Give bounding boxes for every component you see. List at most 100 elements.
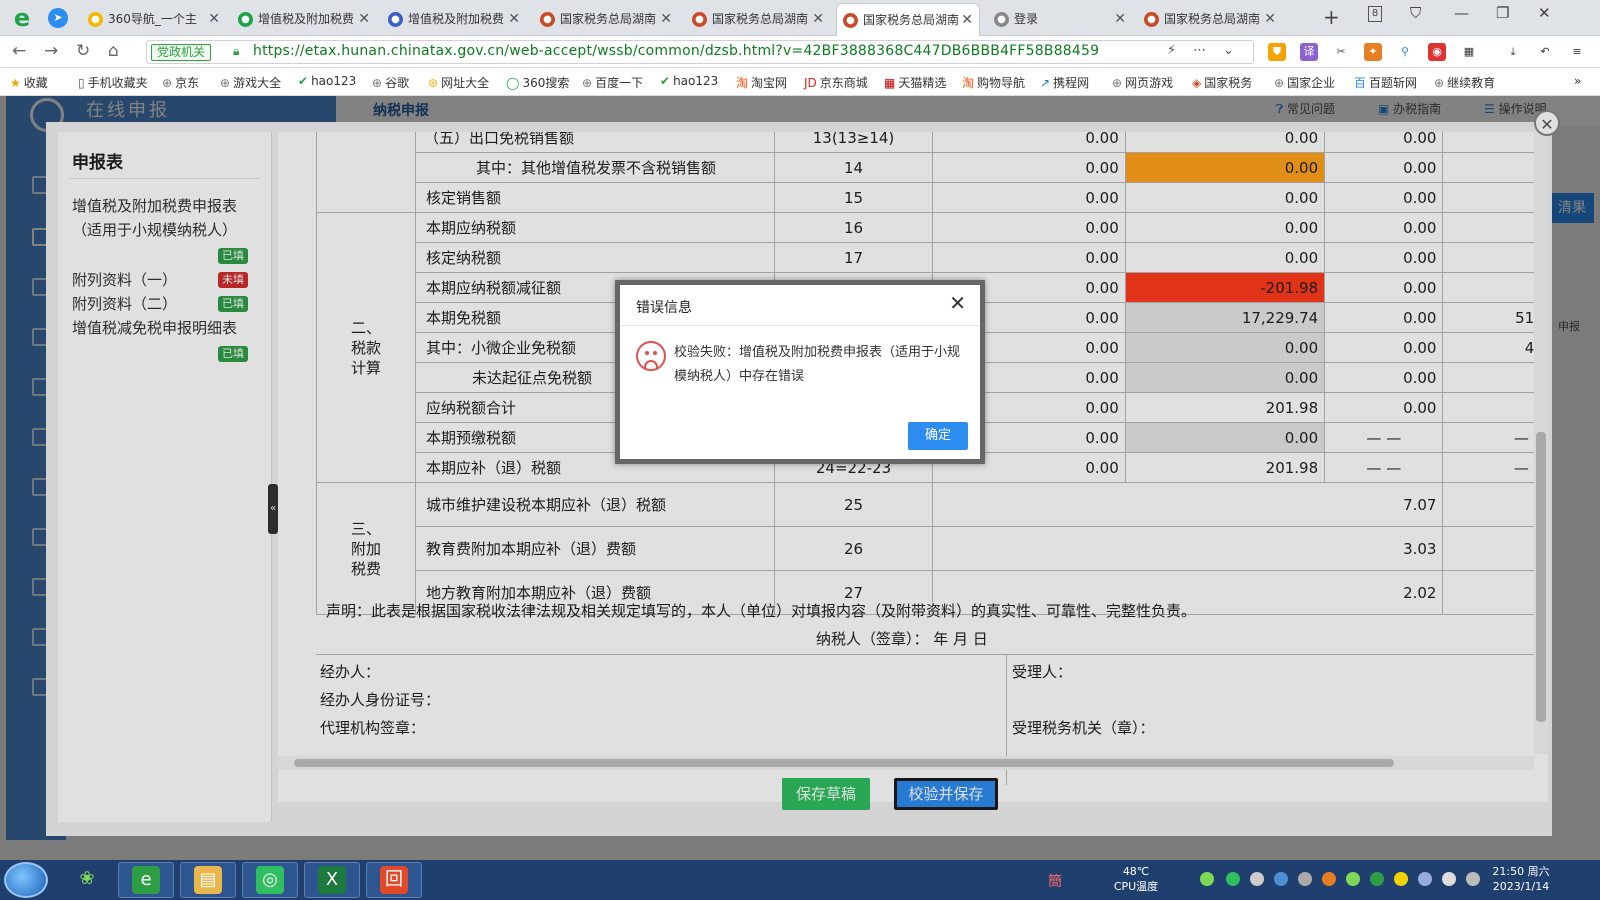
search-ext-icon[interactable]: ⚲ [1396, 43, 1414, 61]
weibo-ext-icon[interactable]: ◉ [1428, 43, 1446, 61]
bookmark-18[interactable]: ⊕ 国家企业 [1274, 74, 1335, 91]
shield-tray-icon[interactable] [1370, 872, 1384, 886]
cpu-temp-widget[interactable]: 48℃ CPU温度 [1106, 864, 1166, 894]
close-tab-icon[interactable]: ✕ [508, 3, 520, 36]
start-button[interactable] [4, 862, 48, 898]
bookmark-1[interactable]: ★ 收藏 [10, 74, 48, 91]
cell-value[interactable]: 4, [1442, 332, 1546, 363]
ie-icon[interactable]: e [118, 862, 174, 898]
cell-value[interactable]: 0.00 [1324, 152, 1444, 183]
cell-value[interactable] [1442, 212, 1546, 243]
cell-value[interactable]: 0.00 [1124, 132, 1326, 153]
url-text[interactable]: https://etax.hunan.chinatax.gov.cn/web-a… [253, 43, 1099, 59]
cell-value[interactable]: 0.00 [1324, 392, 1444, 423]
horizontal-scrollbar[interactable] [278, 756, 1534, 770]
network-drive-icon[interactable] [1274, 872, 1288, 886]
bookmark-16[interactable]: ⊕ 网页游戏 [1112, 74, 1173, 91]
bookmark-4[interactable]: ⊕ 游戏大全 [220, 74, 281, 91]
tab-count-badge[interactable]: 8 [1368, 6, 1382, 22]
cell-value[interactable]: 0.00 [1124, 362, 1326, 393]
bookmark-12[interactable]: JD 京东商城 [804, 74, 868, 91]
new-tab-button[interactable]: + [1323, 5, 1340, 29]
cell-value[interactable]: - [1442, 272, 1546, 303]
wechat-tray-icon[interactable] [1226, 872, 1240, 886]
navigation-icon[interactable]: ➤ [48, 8, 68, 28]
cell-value[interactable] [1442, 242, 1546, 273]
cell-value[interactable]: 0.00 [1124, 332, 1326, 363]
download-icon[interactable]: ⤓ [1504, 43, 1522, 61]
cell-value[interactable]: 0.00 [932, 242, 1126, 273]
cell-value[interactable]: 7.07 [932, 482, 1444, 527]
shield-ext-icon[interactable]: ⛊ [1268, 43, 1286, 61]
scroll-thumb[interactable] [294, 759, 1394, 767]
game-ext-icon[interactable]: ✦ [1364, 43, 1382, 61]
user-icon[interactable] [1322, 872, 1336, 886]
close-window-icon[interactable]: ✕ [1538, 4, 1551, 22]
cell-value[interactable]: 0.00 [1124, 242, 1326, 273]
tab-2[interactable]: ● 增值税及附加税费 ✕ [232, 3, 376, 36]
volume-icon[interactable] [1442, 872, 1456, 886]
close-icon[interactable]: ✕ [949, 291, 966, 315]
scroll-thumb[interactable] [1536, 432, 1546, 722]
cell-value[interactable]: 17,229.74 [1124, 302, 1326, 333]
cell-value[interactable] [1442, 152, 1546, 183]
cell-value[interactable]: 0.00 [1124, 182, 1326, 213]
cell-value[interactable]: — — [1324, 452, 1444, 483]
bookmark-19[interactable]: 百百题斩网 [1354, 74, 1417, 91]
close-tab-icon[interactable]: ✕ [812, 3, 824, 36]
cell-value[interactable]: -201.98 [1124, 272, 1326, 303]
cell-value[interactable] [1442, 182, 1546, 213]
form-item-main[interactable]: 增值税及附加税费申报表（适用于小规模纳税人） [72, 194, 264, 242]
close-tab-icon[interactable]: ✕ [660, 3, 672, 36]
form-item-exemption-detail[interactable]: 增值税减免税申报明细表 [72, 316, 264, 340]
cell-value[interactable]: 0.00 [1324, 332, 1444, 363]
cell-value[interactable]: 0.00 [1124, 212, 1326, 243]
cell-value[interactable]: — - [1442, 452, 1546, 483]
cell-value[interactable]: 0.00 [1324, 212, 1444, 243]
translate-ext-icon[interactable]: 译 [1300, 43, 1318, 61]
bookmark-6[interactable]: ⊕ 谷歌 [372, 74, 409, 91]
back-icon[interactable]: ← [12, 41, 26, 61]
ime-indicator[interactable]: 簡 [1048, 871, 1062, 891]
bookmark-8[interactable]: ◯ 360搜索 [506, 74, 569, 91]
close-tab-icon[interactable]: ✕ [358, 3, 370, 36]
close-report-icon[interactable]: ✕ [1534, 110, 1560, 136]
more-bookmarks-icon[interactable]: » [1574, 74, 1581, 88]
cell-value[interactable]: 0.00 [1324, 272, 1444, 303]
url-field[interactable]: 党政机关 🔒︎ https://etax.hunan.chinatax.gov.… [146, 40, 1254, 64]
close-tab-icon[interactable]: ✕ [1264, 3, 1276, 36]
cell-value[interactable]: 0.00 [932, 182, 1126, 213]
network-icon[interactable] [1418, 872, 1432, 886]
cell-value[interactable]: 0.00 [932, 132, 1126, 153]
tab-4[interactable]: ● 国家税务总局湖南 ✕ [534, 3, 678, 36]
cell-value[interactable] [1442, 132, 1546, 153]
bookmark-10[interactable]: ✔ hao123 [660, 74, 718, 88]
green-app-icon[interactable] [1346, 872, 1360, 886]
restore-icon[interactable]: ❐ [1496, 4, 1509, 22]
check-and-save-button[interactable]: 校验并保存 [894, 778, 998, 810]
bookmark-20[interactable]: ⊕ 继续教育 [1434, 74, 1495, 91]
cell-value[interactable] [1442, 392, 1546, 423]
wechat-icon[interactable]: ◎ [242, 862, 298, 898]
explorer-icon[interactable]: ▤ [180, 862, 236, 898]
more-icon[interactable]: ⋯ [1193, 43, 1206, 58]
cell-value[interactable]: 201.98 [1124, 452, 1326, 483]
shirt-icon[interactable]: ⛉ [1410, 4, 1421, 22]
forward-icon[interactable]: → [44, 41, 58, 61]
chevron-down-icon[interactable]: ⌄ [1223, 43, 1234, 58]
cell-value[interactable]: 0.00 [932, 212, 1126, 243]
save-draft-button[interactable]: 保存草稿 [782, 778, 870, 810]
tab-3[interactable]: ● 增值税及附加税费 ✕ [382, 3, 526, 36]
reload-icon[interactable]: ↻ [76, 41, 90, 61]
collapse-panel-handle[interactable]: « [268, 484, 278, 534]
close-tab-icon[interactable]: ✕ [961, 4, 973, 36]
close-tab-icon[interactable]: ✕ [1114, 3, 1126, 36]
tab-5[interactable]: ● 国家税务总局湖南 ✕ [686, 3, 830, 36]
cell-value[interactable]: 0.00 [1324, 242, 1444, 273]
tab-6[interactable]: ● 国家税务总局湖南 ✕ [836, 3, 980, 36]
cell-value[interactable]: 0.00 [1324, 182, 1444, 213]
lightning-icon[interactable]: ⚡ [1167, 43, 1176, 58]
cell-value[interactable]: 0.00 [1324, 302, 1444, 333]
bookmark-13[interactable]: ▦ 天猫精选 [884, 74, 946, 91]
cell-value[interactable]: — — [1324, 422, 1444, 453]
